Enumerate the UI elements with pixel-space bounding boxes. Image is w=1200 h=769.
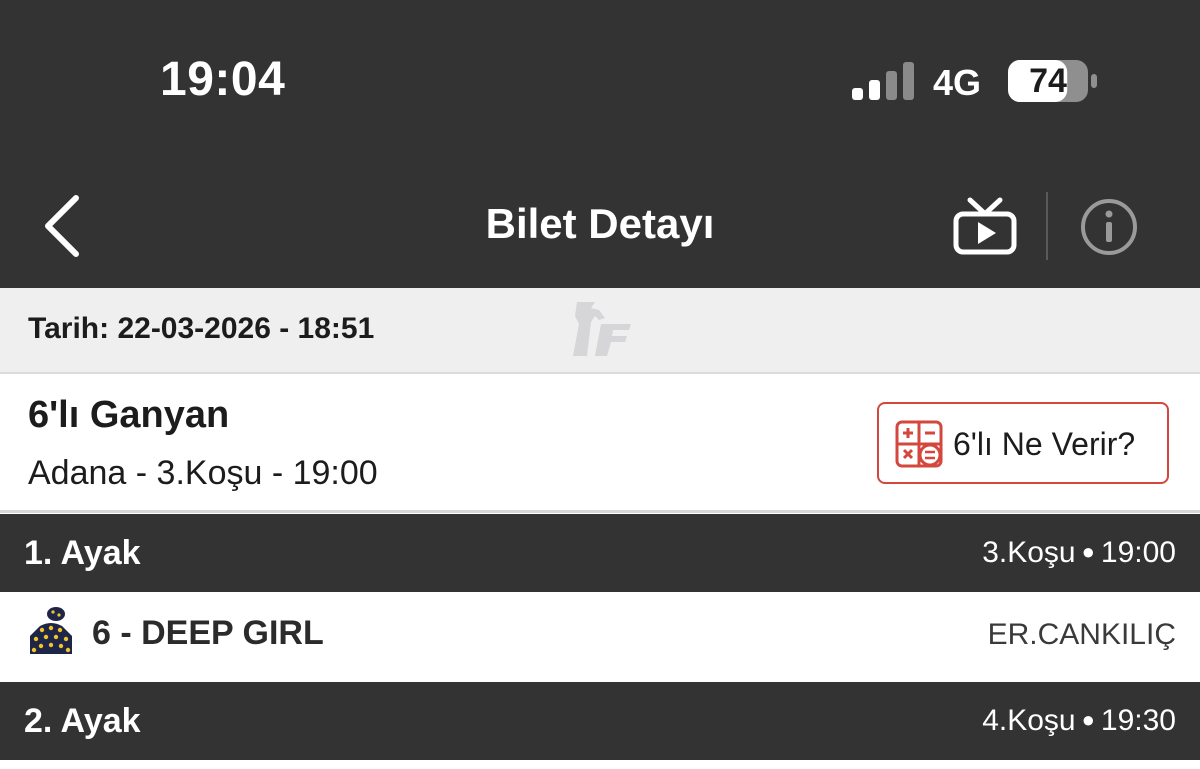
jockey-name: ER.CANKILIÇ bbox=[987, 618, 1176, 651]
status-time: 19:04 bbox=[160, 53, 286, 106]
payout-calculator-label: 6'lı Ne Verir? bbox=[953, 426, 1136, 462]
network-type: 4G bbox=[933, 62, 982, 103]
leg-race-time: 19:30 bbox=[1100, 704, 1176, 737]
leg-header: 1. Ayak 3.Koşu ● 19:00 bbox=[0, 514, 1200, 592]
horse-logo-watermark bbox=[573, 302, 631, 356]
tv-icon bbox=[953, 197, 1017, 255]
nav-divider bbox=[1046, 192, 1048, 260]
ticket-date: Tarih: 22-03-2026 - 18:51 bbox=[28, 312, 375, 345]
leg-race-number: 3.Koşu bbox=[982, 536, 1076, 569]
back-button[interactable] bbox=[40, 194, 88, 258]
leg-race-number: 4.Koşu bbox=[982, 704, 1076, 737]
chevron-left-icon bbox=[45, 195, 79, 257]
leg-race-time: 19:00 bbox=[1100, 536, 1176, 569]
battery-percentage: 74 bbox=[1029, 62, 1067, 100]
calculator-icon bbox=[895, 420, 943, 468]
separator-dot-icon: ● bbox=[1081, 707, 1095, 732]
leg-title: 2. Ayak bbox=[24, 702, 141, 740]
leg-race-info: 3.Koşu ● 19:00 bbox=[982, 536, 1176, 570]
leg-race-info: 4.Koşu ● 19:30 bbox=[982, 704, 1176, 738]
jockey-silk-icon bbox=[30, 607, 72, 654]
info-button[interactable] bbox=[1080, 198, 1138, 256]
leg-title: 1. Ayak bbox=[24, 534, 141, 572]
race-info: Adana - 3.Koşu - 19:00 bbox=[28, 454, 378, 492]
page-title: Bilet Detayı bbox=[485, 200, 715, 247]
horse-selection-row[interactable]: 6 - DEEP GIRL ER.CANKILIÇ bbox=[0, 592, 1200, 680]
leg-header: 2. Ayak 4.Koşu ● 19:30 bbox=[0, 682, 1200, 760]
signal-strength-icon bbox=[852, 62, 914, 100]
horse-name: 6 - DEEP GIRL bbox=[92, 614, 324, 652]
payout-calculator-button[interactable]: 6'lı Ne Verir? bbox=[877, 402, 1169, 484]
info-icon bbox=[1081, 199, 1137, 255]
separator-dot-icon: ● bbox=[1081, 539, 1095, 564]
game-type: 6'lı Ganyan bbox=[28, 394, 230, 436]
live-tv-button[interactable] bbox=[952, 196, 1018, 256]
